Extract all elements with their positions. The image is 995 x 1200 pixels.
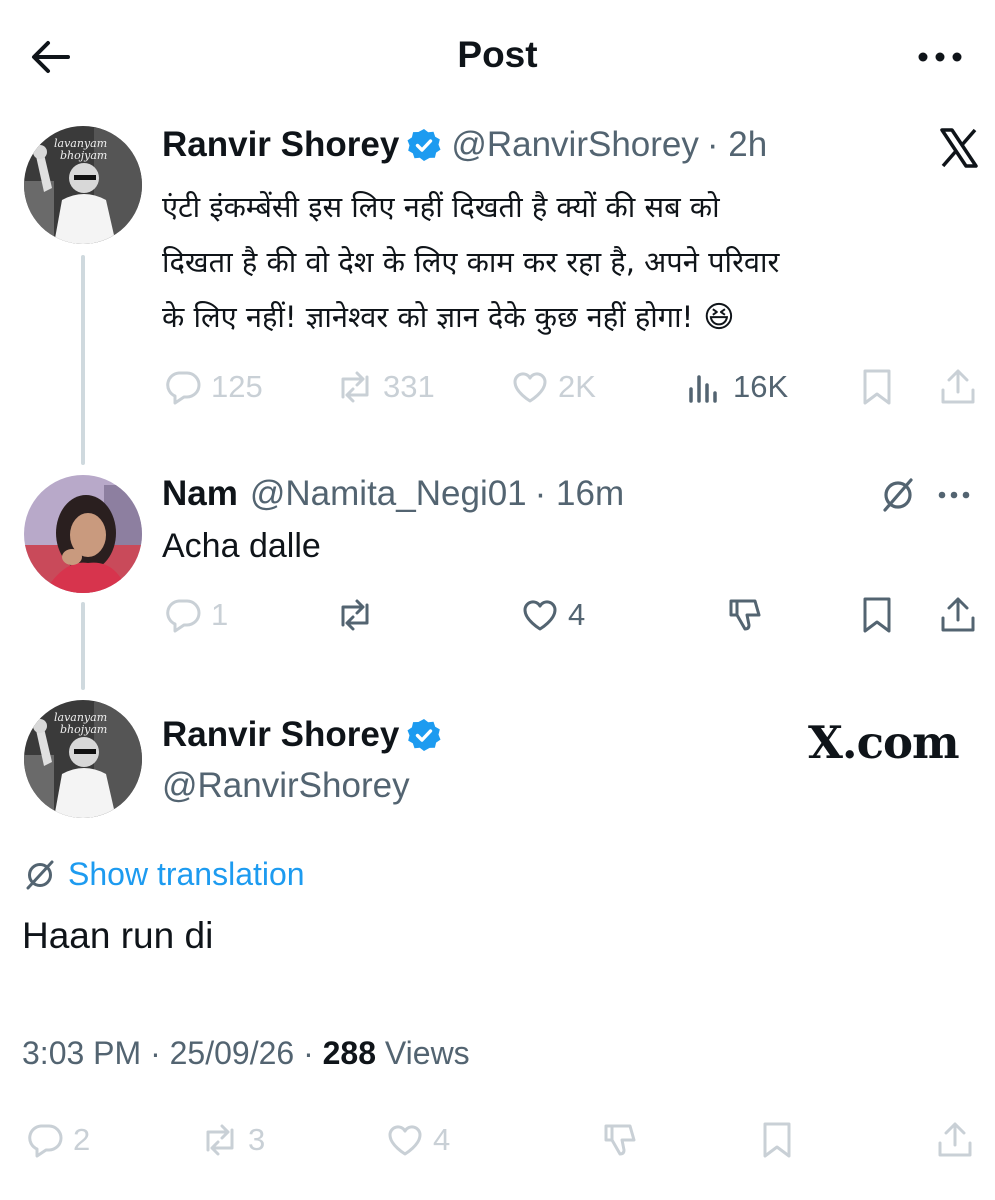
handle[interactable]: @Namita_Negi01 — [250, 474, 527, 514]
translate-icon — [22, 857, 58, 893]
views-count: 16K — [733, 369, 789, 404]
tweet-header: Ranvir Shorey — [162, 715, 451, 755]
views-button[interactable]: 16K — [685, 367, 788, 407]
repost-button[interactable]: 3 — [200, 1120, 265, 1160]
dislike-icon[interactable] — [600, 1120, 640, 1160]
views-icon — [689, 375, 717, 403]
tweet-header: Ranvir Shorey @RanvirShorey · 2h — [162, 125, 767, 165]
repost-button[interactable] — [335, 595, 375, 635]
more-icon[interactable] — [934, 480, 974, 510]
like-button[interactable]: 4 — [520, 595, 585, 635]
show-translation-link[interactable]: Show translation — [22, 856, 305, 893]
dislike-icon[interactable] — [725, 595, 765, 635]
display-name[interactable]: Ranvir Shorey — [162, 125, 399, 165]
tweet-text-line: दिखता है की वो देश के लिए काम कर रहा है,… — [162, 245, 780, 279]
repost-count: 3 — [248, 1122, 266, 1157]
x-com-watermark: X.com — [808, 716, 960, 769]
tweet-text: Acha dalle — [162, 527, 321, 565]
tweet-header: Nam @Namita_Negi01 · 16m — [162, 474, 624, 514]
share-icon[interactable] — [935, 1119, 975, 1159]
like-count: 4 — [568, 597, 586, 632]
reply-button[interactable]: 1 — [163, 595, 228, 635]
more-icon[interactable] — [915, 40, 965, 74]
thread-line — [81, 255, 85, 465]
verified-badge-icon — [407, 718, 441, 752]
timestamp[interactable]: · 16m — [535, 474, 624, 514]
show-translation-label: Show translation — [68, 856, 305, 892]
emoji: 😆 — [703, 300, 735, 335]
reply-icon — [28, 1124, 63, 1158]
repost-button[interactable]: 331 — [335, 367, 435, 407]
repost-icon — [341, 599, 369, 631]
bookmark-icon[interactable] — [857, 595, 897, 635]
repost-icon — [341, 371, 369, 403]
handle[interactable]: @RanvirShorey — [451, 125, 699, 165]
x-logo-icon — [938, 127, 980, 169]
avatar-caption: bhojyam — [60, 723, 107, 736]
display-name[interactable]: Ranvir Shorey — [162, 715, 399, 755]
tweet-text-line-row: के लिए नहीं! ज्ञानेश्वर को ज्ञान देके कु… — [162, 290, 977, 345]
page-title: Post — [457, 34, 538, 75]
reply-button[interactable]: 125 — [163, 367, 263, 407]
like-count: 4 — [433, 1122, 451, 1157]
translate-icon[interactable] — [878, 475, 918, 515]
avatar[interactable] — [24, 475, 142, 593]
tweet-text-line: एंटी इंकम्बेंसी इस लिए नहीं दिखती है क्य… — [162, 190, 720, 224]
avatar[interactable]: lavanyam bhojyam — [24, 700, 142, 818]
reply-count: 1 — [211, 597, 229, 632]
like-icon — [513, 372, 547, 403]
reply-count: 125 — [211, 369, 263, 404]
like-button[interactable]: 2K — [510, 367, 596, 407]
reply-icon — [166, 371, 201, 405]
verified-badge-icon — [407, 128, 441, 162]
share-icon[interactable] — [938, 366, 978, 406]
reply-count: 2 — [73, 1122, 91, 1157]
timestamp[interactable]: 3:03 PM · 25/09/26 · — [22, 1035, 323, 1071]
repost-count: 331 — [383, 369, 435, 404]
handle[interactable]: @RanvirShorey — [162, 766, 410, 806]
like-button[interactable]: 4 — [385, 1120, 450, 1160]
tweet-meta: 3:03 PM · 25/09/26 · 288 Views — [22, 1035, 470, 1072]
reply-icon — [166, 599, 201, 633]
tweet-text-line: के लिए नहीं! ज्ञानेश्वर को ज्ञान देके कु… — [162, 300, 694, 334]
tweet-text: Haan run di — [22, 915, 214, 956]
timestamp[interactable]: · 2h — [707, 125, 767, 165]
share-icon[interactable] — [938, 594, 978, 634]
thread-line — [81, 602, 85, 690]
repost-icon — [206, 1124, 234, 1156]
like-icon — [523, 600, 557, 631]
avatar-caption: bhojyam — [60, 149, 107, 162]
display-name[interactable]: Nam — [162, 474, 238, 514]
like-icon — [388, 1125, 422, 1156]
views-label: Views — [376, 1035, 470, 1071]
tweet-text: एंटी इंकम्बेंसी इस लिए नहीं दिखती है क्य… — [162, 180, 977, 345]
avatar[interactable]: lavanyam bhojyam — [24, 126, 142, 244]
bookmark-icon[interactable] — [857, 367, 897, 407]
bookmark-icon[interactable] — [757, 1120, 797, 1160]
reply-button[interactable]: 2 — [25, 1120, 90, 1160]
like-count: 2K — [558, 369, 596, 404]
views-count: 288 — [322, 1035, 376, 1071]
